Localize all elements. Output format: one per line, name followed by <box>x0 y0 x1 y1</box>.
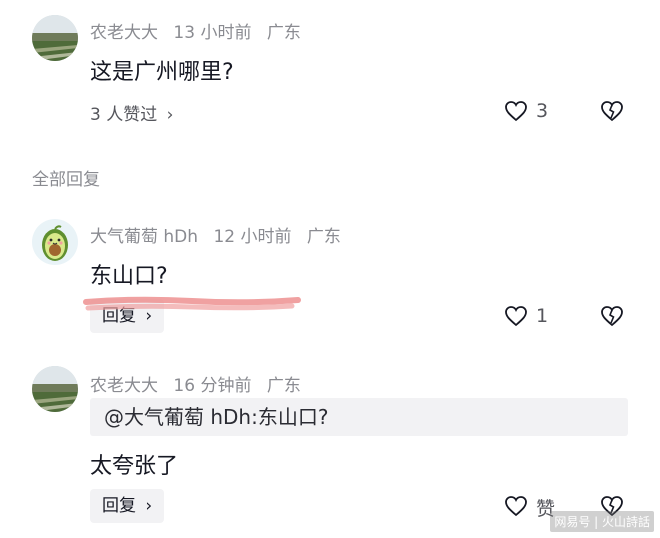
reply-button-label: 回复 <box>102 496 136 516</box>
timestamp: 16 分钟前 <box>173 376 252 396</box>
comment-meta: 大气葡萄 hDh 12 小时前 广东 <box>90 222 351 247</box>
comment-text: 太夸张了 <box>90 454 179 479</box>
avocado-avatar-image <box>32 219 78 265</box>
all-replies-label: 全部回复 <box>32 170 100 190</box>
comment-meta: 农老大大 16 分钟前 广东 <box>90 371 311 396</box>
heart-outline-icon[interactable] <box>504 100 528 122</box>
field-landscape-avatar-image <box>32 366 78 412</box>
location: 广东 <box>266 23 301 43</box>
heart-outline-icon[interactable] <box>504 305 528 327</box>
watermark: 网易号 | 火山詩話 <box>550 511 654 532</box>
likes-summary-link[interactable]: 3 人赞过 › <box>90 100 173 125</box>
timestamp: 13 小时前 <box>173 23 252 43</box>
broken-heart-icon[interactable] <box>600 100 624 122</box>
avatar[interactable] <box>32 15 78 61</box>
likes-summary-text: 3 人赞过 <box>90 105 158 125</box>
quoted-reply[interactable]: @大气葡萄 hDh:东山口? <box>90 398 628 436</box>
avatar[interactable] <box>32 366 78 412</box>
comment-text: 这是广州哪里? <box>90 60 234 85</box>
reply-button[interactable]: 回复 › <box>90 489 165 523</box>
username[interactable]: 农老大大 <box>90 23 158 43</box>
chevron-right-icon: › <box>166 105 174 125</box>
field-landscape-avatar-image <box>32 15 78 61</box>
username[interactable]: 大气葡萄 hDh <box>90 227 198 247</box>
location: 广东 <box>266 376 301 396</box>
avatar[interactable] <box>32 219 78 265</box>
timestamp: 12 小时前 <box>213 227 292 247</box>
like-count: 3 <box>536 100 549 122</box>
broken-heart-icon[interactable] <box>600 305 624 327</box>
chevron-right-icon: › <box>145 496 153 516</box>
like-count: 1 <box>536 305 549 327</box>
comment-text: 东山口? <box>90 264 168 289</box>
location: 广东 <box>306 227 341 247</box>
redaction-scribble <box>83 296 301 311</box>
comment-meta: 农老大大 13 小时前 广东 <box>90 18 311 43</box>
username[interactable]: 农老大大 <box>90 376 158 396</box>
heart-outline-icon[interactable] <box>504 495 528 517</box>
